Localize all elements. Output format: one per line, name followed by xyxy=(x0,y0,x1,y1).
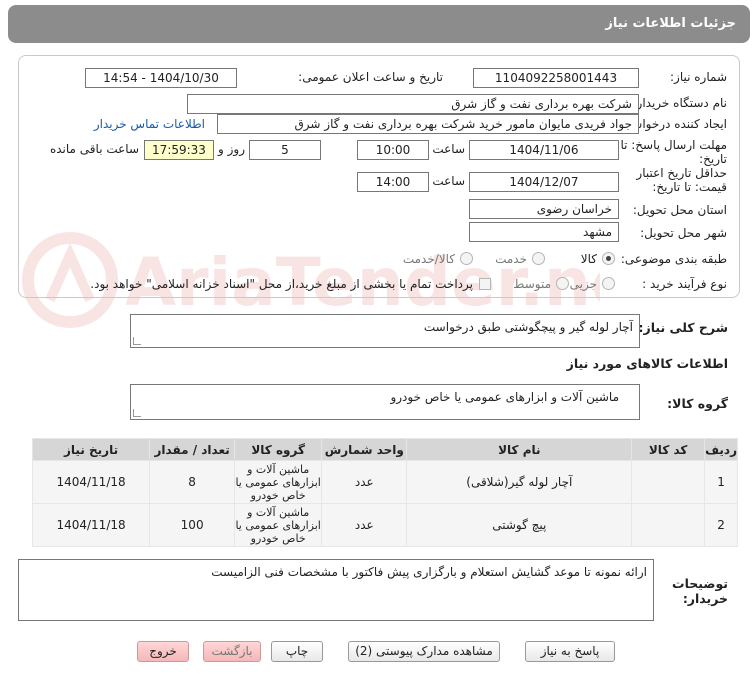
validity-label: حداقل تاریخ اعتبار xyxy=(636,166,727,180)
table-row: 1 آچار لوله گیر(شلاقی) عدد ماشین آلات و … xyxy=(31,460,738,504)
exit-button[interactable]: خروج xyxy=(137,641,189,662)
deadline-date-value: 1404/11/06 xyxy=(469,140,619,160)
page-title: جزئیات اطلاعات نیاز xyxy=(605,16,736,31)
treasury-payment-note: پرداخت تمام یا بخشی از مبلغ خرید،از محل … xyxy=(90,277,473,291)
need-info-panel: شماره نیاز: 1104092258001443 تاریخ و ساع… xyxy=(18,55,740,298)
category-label: طبقه بندی موضوعی: xyxy=(620,252,727,266)
col-unit-header: واحد شمارش xyxy=(321,438,408,461)
print-button[interactable]: چاپ xyxy=(271,641,323,662)
row-name: پیچ گوشتی xyxy=(406,503,633,547)
remaining-days-value: 5 xyxy=(249,140,321,160)
need-number-value: 1104092258001443 xyxy=(473,68,639,88)
category-goods-label: کالا xyxy=(580,252,597,266)
row-code xyxy=(631,460,706,504)
announce-datetime-label: تاریخ و ساعت اعلان عمومی: xyxy=(298,70,443,84)
deadline-label-date: تاریخ: xyxy=(699,152,727,166)
resize-handle-icon xyxy=(133,409,141,417)
process-minor-label: جزیی xyxy=(569,277,597,291)
reply-button[interactable]: پاسخ به نیاز xyxy=(525,641,615,662)
goods-table: ردیف کد کالا نام کالا واحد شمارش گروه کا… xyxy=(31,438,738,547)
row-name: آچار لوله گیر(شلاقی) xyxy=(406,460,633,504)
row-unit: عدد xyxy=(321,503,408,547)
row-group: ماشین آلات و ابزارهای عمومی یا خاص خودرو xyxy=(234,503,323,547)
validity-label-date: قیمت: تا تاریخ: xyxy=(652,180,727,194)
row-number: 2 xyxy=(704,503,738,547)
summary-textarea: آچار لوله گیر و پیچگوشتی طبق درخواست xyxy=(130,314,640,348)
buyer-org-value: شرکت بهره برداری نفت و گاز شرق xyxy=(187,94,639,114)
process-medium-label: متوسط xyxy=(513,277,551,291)
category-service-label: خدمت xyxy=(495,252,527,266)
validity-time-label: ساعت xyxy=(432,174,465,188)
validity-date-value: 1404/12/07 xyxy=(469,172,619,192)
goods-group-label: گروه کالا: xyxy=(667,396,728,411)
need-number-label: شماره نیاز: xyxy=(670,70,727,84)
creator-value: جواد فریدی مایوان مامور خرید شرکت بهره ب… xyxy=(217,114,639,134)
announce-datetime-value: 1404/10/30 - 14:54 xyxy=(85,68,237,88)
city-value: مشهد xyxy=(469,222,619,242)
summary-text: آچار لوله گیر و پیچگوشتی طبق درخواست xyxy=(423,320,633,334)
buyer-notes-label-2: خریدار: xyxy=(682,591,728,606)
back-button[interactable]: بازگشت xyxy=(203,641,261,662)
col-code-header: کد کالا xyxy=(631,438,706,461)
deadline-label: مهلت ارسال پاسخ: تا xyxy=(620,138,727,152)
col-date-header: تاریخ نیاز xyxy=(31,438,151,461)
buyer-notes-textarea: ارائه نمونه تا موعد گشایش استعلام و بارگ… xyxy=(18,559,654,621)
province-label: استان محل تحویل: xyxy=(632,203,727,217)
summary-label: شرح کلی نیاز: xyxy=(638,320,728,335)
category-goods-service-label: کالا/خدمت xyxy=(402,252,455,266)
buyer-org-label: نام دستگاه خریدار: xyxy=(632,96,728,110)
table-row: 2 پیچ گوشتی عدد ماشین آلات و ابزارهای عم… xyxy=(31,503,738,547)
process-medium-radio[interactable] xyxy=(556,277,569,290)
row-unit: عدد xyxy=(321,460,408,504)
process-minor-radio[interactable] xyxy=(602,277,615,290)
col-group-header: گروه کالا xyxy=(234,438,323,461)
buyer-notes-text: ارائه نمونه تا موعد گشایش استعلام و بارگ… xyxy=(211,565,647,579)
category-goods-radio[interactable] xyxy=(602,252,615,265)
page-header: جزئیات اطلاعات نیاز xyxy=(8,5,750,43)
goods-section-title: اطلاعات کالاهای مورد نیاز xyxy=(566,356,728,371)
validity-time-value: 14:00 xyxy=(357,172,429,192)
category-service-radio[interactable] xyxy=(532,252,545,265)
process-type-label: نوع فرآیند خرید : xyxy=(642,277,727,291)
remaining-time-value: 17:59:33 xyxy=(144,140,214,160)
buyer-notes-label: توضیحات xyxy=(672,576,728,591)
row-number: 1 xyxy=(704,460,738,504)
row-group: ماشین آلات و ابزارهای عمومی یا خاص خودرو xyxy=(234,460,323,504)
city-label: شهر محل تحویل: xyxy=(640,226,727,240)
goods-group-text: ماشین آلات و ابزارهای عمومی یا خاص خودرو xyxy=(390,390,619,404)
days-and-label: روز و xyxy=(218,142,245,156)
category-goods-service-radio[interactable] xyxy=(460,252,473,265)
row-date: 1404/11/18 xyxy=(31,460,151,504)
resize-handle-icon xyxy=(133,337,141,345)
row-qty: 100 xyxy=(149,503,236,547)
table-header-row: ردیف کد کالا نام کالا واحد شمارش گروه کا… xyxy=(31,438,738,461)
remaining-time-label: ساعت باقی مانده xyxy=(49,142,139,156)
need-details-panel: شرح کلی نیاز: آچار لوله گیر و پیچگوشتی ط… xyxy=(18,304,740,630)
row-qty: 8 xyxy=(149,460,236,504)
row-date: 1404/11/18 xyxy=(31,503,151,547)
col-qty-header: تعداد / مقدار xyxy=(149,438,236,461)
buyer-contact-link[interactable]: اطلاعات تماس خریدار xyxy=(94,117,205,131)
deadline-time-label: ساعت xyxy=(432,142,465,156)
row-code xyxy=(631,503,706,547)
deadline-time-value: 10:00 xyxy=(357,140,429,160)
province-value: خراسان رضوی xyxy=(469,199,619,219)
col-row-header: ردیف xyxy=(704,438,738,461)
goods-group-textarea: ماشین آلات و ابزارهای عمومی یا خاص خودرو xyxy=(130,384,640,420)
view-attachments-button[interactable]: مشاهده مدارک پیوستی (2) xyxy=(348,641,500,662)
treasury-payment-checkbox[interactable] xyxy=(479,278,491,290)
col-name-header: نام کالا xyxy=(406,438,633,461)
